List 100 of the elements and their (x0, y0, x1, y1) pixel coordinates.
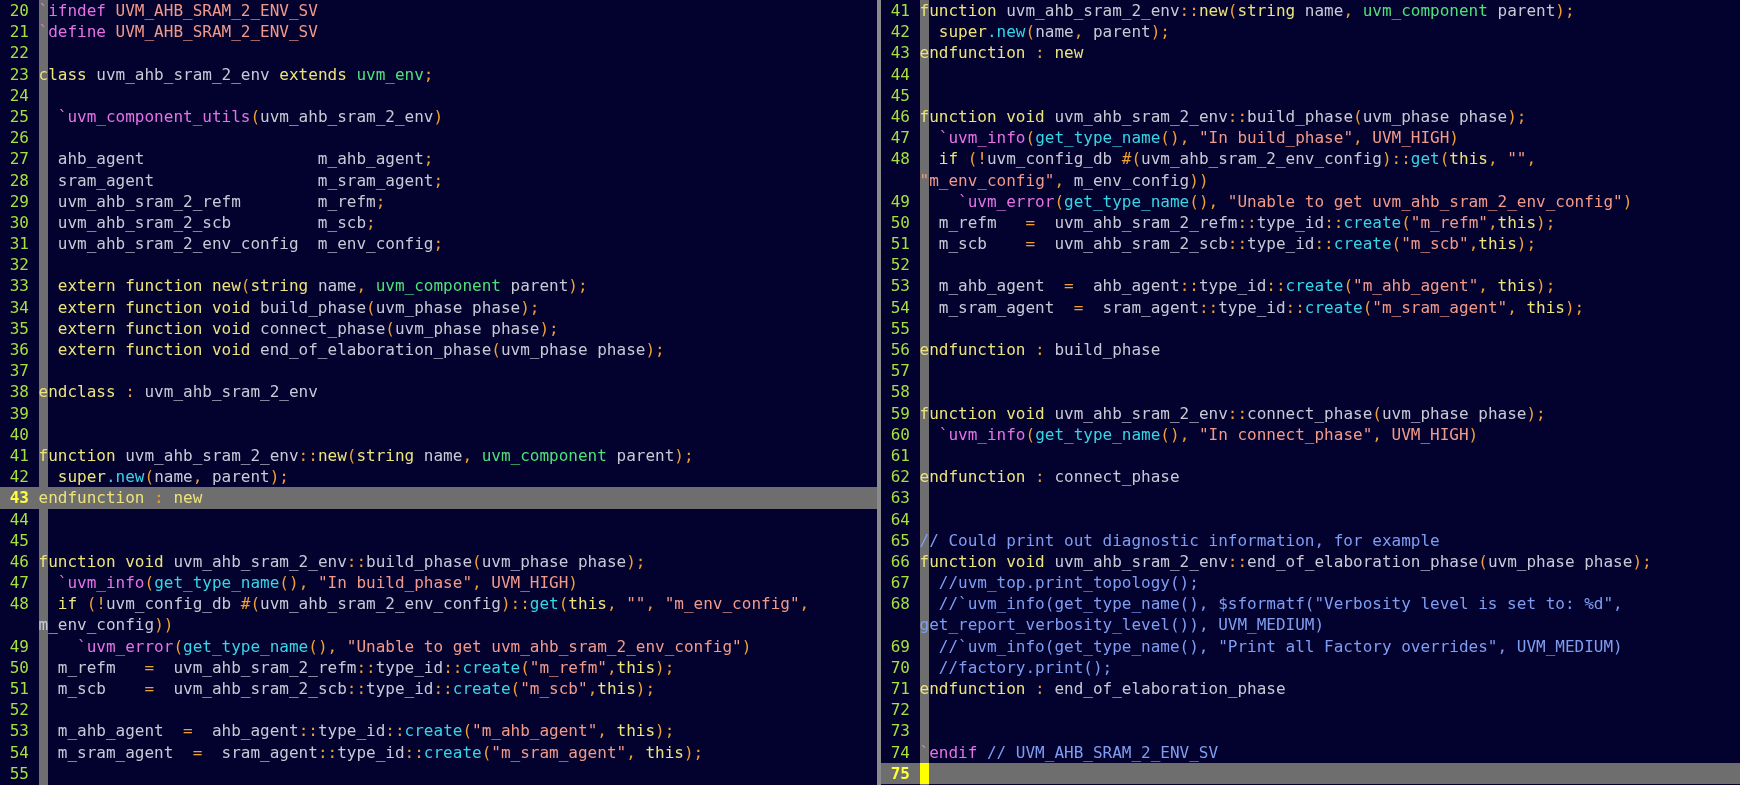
line-number: 72 (889, 699, 910, 721)
code-line: m_ahb_agent = ahb_agent::type_id::create("m_ahb_agent", this); (937, 275, 1556, 297)
line-number: 43 (889, 42, 910, 64)
code-line: endfunction : build_phase (919, 339, 1161, 361)
line-number: 22 (8, 42, 29, 64)
code-line: function void uvm_ahb_sram_2_env::connect_phase(uvm_phase phase); (919, 402, 1546, 424)
line-number: 69 (889, 635, 910, 657)
code-line: m_scb = uvm_ahb_sram_2_scb::type_id::create("m_scb",this); (56, 678, 656, 700)
code-line: m_ahb_agent = ahb_agent::type_id::create("m_ahb_agent", this); (56, 720, 675, 742)
code-line: `uvm_error(get_type_name(), "Unable to get uvm_ahb_sram_2_env_config") (76, 635, 752, 657)
code-line: extern function void build_phase(uvm_phase phase); (56, 296, 540, 318)
line-number: 68 (889, 593, 910, 615)
line-number: 51 (889, 233, 910, 255)
code-line: class uvm_ahb_sram_2_env extends uvm_env; (38, 63, 434, 85)
code-line: `uvm_component_utils(uvm_ahb_sram_2_env) (56, 105, 444, 128)
line-number: 41 (8, 444, 29, 467)
code-line: ahb_agent m_ahb_agent; (56, 148, 434, 170)
code-line: "m_env_config", m_env_config)) (919, 169, 1209, 191)
code-line: m_env_config)) (38, 614, 174, 636)
line-number: 65 (889, 529, 910, 551)
line-number: 47 (889, 127, 910, 149)
code-line: endfunction : new (38, 487, 203, 509)
code-line: extern function new(string name, uvm_component parent); (56, 275, 588, 297)
line-number: 57 (889, 360, 910, 382)
line-number: 49 (8, 635, 29, 657)
code-line: function uvm_ahb_sram_2_env::new(string name, uvm_component parent); (919, 0, 1575, 22)
line-number: 44 (889, 63, 910, 85)
line-number: 26 (8, 127, 29, 149)
line-number: 50 (8, 656, 29, 678)
code-line: extern function void end_of_elaboration_phase(uvm_phase phase); (56, 339, 665, 361)
line-number: 75 (889, 762, 910, 784)
line-number: 33 (8, 275, 29, 297)
line-number: 35 (8, 317, 29, 339)
line-number: 55 (889, 317, 910, 339)
code-line: super.new(name, parent); (937, 21, 1170, 43)
code-line: m_scb = uvm_ahb_sram_2_scb::type_id::create("m_scb",this); (937, 233, 1537, 255)
line-number: 43 (8, 487, 29, 509)
code-line: `ifndef UVM_AHB_SRAM_2_ENV_SV (38, 0, 318, 22)
line-number: 73 (889, 720, 910, 742)
code-line: if (!uvm_config_db #(uvm_ahb_sram_2_env_config)::get(this, "", (937, 148, 1537, 170)
code-line: uvm_ahb_sram_2_env_config m_env_config; (56, 233, 444, 255)
code-line: `uvm_info(get_type_name(), "In build_phase", UVM_HIGH) (56, 572, 578, 594)
line-number: 23 (8, 63, 29, 85)
line-number: 38 (8, 381, 29, 403)
code-line: m_refm = uvm_ahb_sram_2_refm::type_id::create("m_refm",this); (937, 211, 1556, 234)
line-number: 28 (8, 169, 29, 191)
line-number: 63 (889, 487, 910, 509)
code-line: //`uvm_info(get_type_name(), "Print all Factory overrides", UVM_MEDIUM) (937, 635, 1623, 657)
code-line: function void uvm_ahb_sram_2_env::build_phase(uvm_phase phase); (919, 105, 1527, 128)
line-number: 31 (8, 233, 29, 255)
line-number: 40 (8, 423, 29, 445)
line-number: 64 (889, 508, 910, 530)
line-number: 52 (8, 699, 29, 721)
code-line: `uvm_error(get_type_name(), "Unable to get uvm_ahb_sram_2_env_config") (957, 190, 1633, 212)
code-line: `endif // UVM_AHB_SRAM_2_ENV_SV (919, 741, 1219, 763)
line-number: 48 (889, 148, 910, 170)
line-number: 25 (8, 105, 29, 128)
code-line: //`uvm_info(get_type_name(), $sformatf("Verbosity level is set to: %d", (937, 593, 1623, 615)
code-line: function uvm_ahb_sram_2_env::new(string name, uvm_component parent); (38, 444, 694, 467)
line-number: 20 (8, 0, 29, 22)
line-number: 53 (8, 720, 29, 742)
line-number: 36 (8, 339, 29, 361)
line-number: 56 (889, 339, 910, 361)
line-number: 74 (889, 741, 910, 763)
code-line: // Could print out diagnostic information, for example (919, 529, 1440, 551)
code-line: super.new(name, parent); (56, 466, 289, 488)
line-number: 55 (8, 762, 29, 784)
line-number: 60 (889, 423, 910, 445)
code-line: extern function void connect_phase(uvm_phase phase); (56, 317, 559, 339)
line-number: 71 (889, 678, 910, 700)
line-number: 30 (8, 211, 29, 234)
code-line: m_sram_agent = sram_agent::type_id::create("m_sram_agent", this); (56, 741, 704, 763)
line-number: 21 (8, 21, 29, 43)
line-number: 62 (889, 466, 910, 488)
line-number: 54 (8, 741, 29, 763)
line-number: 58 (889, 381, 910, 403)
code-line: m_sram_agent = sram_agent::type_id::create("m_sram_agent", this); (937, 296, 1585, 318)
line-number: 46 (8, 550, 29, 573)
code-line: //factory.print(); (937, 656, 1113, 678)
code-line: sram_agent m_sram_agent; (56, 169, 444, 191)
code-line: endfunction : end_of_elaboration_phase (919, 678, 1286, 700)
line-number: 70 (889, 656, 910, 678)
line-number: 48 (8, 593, 29, 615)
line-number: 42 (8, 466, 29, 488)
line-number: 46 (889, 105, 910, 128)
line-number: 39 (8, 402, 29, 424)
code-line: endclass : uvm_ahb_sram_2_env (38, 381, 318, 403)
code-line: `define UVM_AHB_SRAM_2_ENV_SV (38, 21, 318, 43)
line-number: 47 (8, 572, 29, 594)
line-number: 34 (8, 296, 29, 318)
code-line: m_refm = uvm_ahb_sram_2_refm::type_id::create("m_refm",this); (56, 656, 675, 678)
line-number: 66 (889, 550, 910, 573)
line-number: 67 (889, 572, 910, 594)
code-line: if (!uvm_config_db #(uvm_ahb_sram_2_env_config)::get(this, "", "m_env_config", (56, 593, 810, 615)
code-line: uvm_ahb_sram_2_refm m_refm; (56, 190, 386, 212)
line-number: 37 (8, 360, 29, 382)
line-number: 42 (889, 21, 910, 43)
code-line: endfunction : connect_phase (919, 466, 1180, 488)
line-number: 44 (8, 508, 29, 530)
line-number: 59 (889, 402, 910, 424)
